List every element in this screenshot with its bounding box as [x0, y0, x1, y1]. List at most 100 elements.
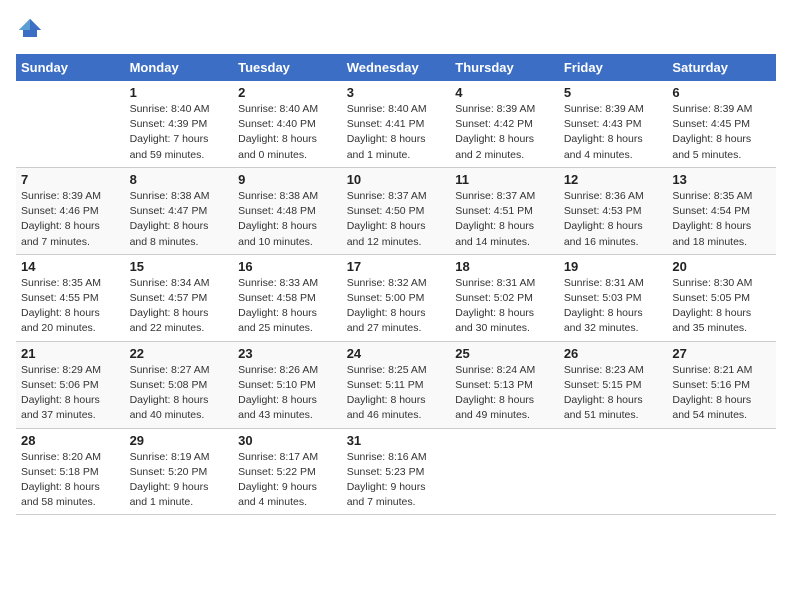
calendar-cell: 2 Sunrise: 8:40 AMSunset: 4:40 PMDaylight… [233, 81, 342, 167]
day-number: 3 [347, 85, 446, 100]
day-info: Sunrise: 8:33 AMSunset: 4:58 PMDaylight:… [238, 276, 337, 337]
calendar-cell: 25 Sunrise: 8:24 AMSunset: 5:13 PMDayligh… [450, 341, 559, 428]
day-number: 15 [130, 259, 229, 274]
day-number: 13 [672, 172, 771, 187]
day-number: 16 [238, 259, 337, 274]
day-info: Sunrise: 8:37 AMSunset: 4:51 PMDaylight:… [455, 189, 554, 250]
day-number: 14 [21, 259, 120, 274]
week-row-3: 21 Sunrise: 8:29 AMSunset: 5:06 PMDayligh… [16, 341, 776, 428]
logo [16, 16, 48, 44]
calendar-cell: 21 Sunrise: 8:29 AMSunset: 5:06 PMDayligh… [16, 341, 125, 428]
calendar-table: SundayMondayTuesdayWednesdayThursdayFrid… [16, 54, 776, 515]
calendar-cell: 16 Sunrise: 8:33 AMSunset: 4:58 PMDayligh… [233, 254, 342, 341]
calendar-cell: 3 Sunrise: 8:40 AMSunset: 4:41 PMDaylight… [342, 81, 451, 167]
week-row-1: 7Sunrise: 8:39 AMSunset: 4:46 PMDaylight… [16, 167, 776, 254]
day-number: 29 [130, 433, 229, 448]
calendar-header-row: SundayMondayTuesdayWednesdayThursdayFrid… [16, 54, 776, 81]
day-number: 26 [564, 346, 663, 361]
calendar-cell: 9Sunrise: 8:38 AMSunset: 4:48 PMDaylight… [233, 167, 342, 254]
day-info: Sunrise: 8:35 AMSunset: 4:55 PMDaylight:… [21, 276, 120, 337]
day-number: 23 [238, 346, 337, 361]
header-saturday: Saturday [667, 54, 776, 81]
calendar-cell: 7Sunrise: 8:39 AMSunset: 4:46 PMDaylight… [16, 167, 125, 254]
day-number: 24 [347, 346, 446, 361]
day-number: 30 [238, 433, 337, 448]
calendar-cell: 15 Sunrise: 8:34 AMSunset: 4:57 PMDayligh… [125, 254, 234, 341]
day-number: 6 [672, 85, 771, 100]
calendar-cell: 1 Sunrise: 8:40 AMSunset: 4:39 PMDaylight… [125, 81, 234, 167]
day-number: 9 [238, 172, 337, 187]
day-number: 10 [347, 172, 446, 187]
day-number: 17 [347, 259, 446, 274]
day-number: 21 [21, 346, 120, 361]
day-info: Sunrise: 8:21 AMSunset: 5:16 PMDaylight:… [672, 363, 771, 424]
calendar-cell: 24 Sunrise: 8:25 AMSunset: 5:11 PMDayligh… [342, 341, 451, 428]
day-info: Sunrise: 8:38 AMSunset: 4:47 PMDaylight:… [130, 189, 229, 250]
calendar-cell [667, 428, 776, 515]
header-friday: Friday [559, 54, 668, 81]
day-info: Sunrise: 8:25 AMSunset: 5:11 PMDaylight:… [347, 363, 446, 424]
day-info: Sunrise: 8:23 AMSunset: 5:15 PMDaylight:… [564, 363, 663, 424]
calendar-cell: 8Sunrise: 8:38 AMSunset: 4:47 PMDaylight… [125, 167, 234, 254]
day-info: Sunrise: 8:36 AMSunset: 4:53 PMDaylight:… [564, 189, 663, 250]
calendar-cell: 11 Sunrise: 8:37 AMSunset: 4:51 PMDayligh… [450, 167, 559, 254]
week-row-2: 14 Sunrise: 8:35 AMSunset: 4:55 PMDayligh… [16, 254, 776, 341]
calendar-cell: 4 Sunrise: 8:39 AMSunset: 4:42 PMDaylight… [450, 81, 559, 167]
calendar-cell: 27 Sunrise: 8:21 AMSunset: 5:16 PMDayligh… [667, 341, 776, 428]
day-info: Sunrise: 8:39 AMSunset: 4:42 PMDaylight:… [455, 102, 554, 163]
day-number: 31 [347, 433, 446, 448]
day-info: Sunrise: 8:40 AMSunset: 4:39 PMDaylight:… [130, 102, 229, 163]
day-info: Sunrise: 8:19 AMSunset: 5:20 PMDaylight:… [130, 450, 229, 511]
header-thursday: Thursday [450, 54, 559, 81]
day-number: 1 [130, 85, 229, 100]
day-info: Sunrise: 8:16 AMSunset: 5:23 PMDaylight:… [347, 450, 446, 511]
day-number: 12 [564, 172, 663, 187]
calendar-cell [559, 428, 668, 515]
calendar-cell [16, 81, 125, 167]
day-info: Sunrise: 8:35 AMSunset: 4:54 PMDaylight:… [672, 189, 771, 250]
week-row-4: 28 Sunrise: 8:20 AMSunset: 5:18 PMDayligh… [16, 428, 776, 515]
calendar-cell: 13 Sunrise: 8:35 AMSunset: 4:54 PMDayligh… [667, 167, 776, 254]
day-info: Sunrise: 8:26 AMSunset: 5:10 PMDaylight:… [238, 363, 337, 424]
day-info: Sunrise: 8:30 AMSunset: 5:05 PMDaylight:… [672, 276, 771, 337]
calendar-cell: 5 Sunrise: 8:39 AMSunset: 4:43 PMDaylight… [559, 81, 668, 167]
day-info: Sunrise: 8:34 AMSunset: 4:57 PMDaylight:… [130, 276, 229, 337]
day-number: 27 [672, 346, 771, 361]
day-number: 20 [672, 259, 771, 274]
calendar-cell: 30Sunrise: 8:17 AMSunset: 5:22 PMDayligh… [233, 428, 342, 515]
calendar-cell: 17 Sunrise: 8:32 AMSunset: 5:00 PMDayligh… [342, 254, 451, 341]
calendar-cell: 31 Sunrise: 8:16 AMSunset: 5:23 PMDayligh… [342, 428, 451, 515]
day-number: 25 [455, 346, 554, 361]
calendar-cell: 23 Sunrise: 8:26 AMSunset: 5:10 PMDayligh… [233, 341, 342, 428]
logo-icon [16, 16, 44, 44]
day-info: Sunrise: 8:31 AMSunset: 5:03 PMDaylight:… [564, 276, 663, 337]
day-number: 28 [21, 433, 120, 448]
calendar-cell: 29 Sunrise: 8:19 AMSunset: 5:20 PMDayligh… [125, 428, 234, 515]
day-info: Sunrise: 8:37 AMSunset: 4:50 PMDaylight:… [347, 189, 446, 250]
day-number: 7 [21, 172, 120, 187]
header-monday: Monday [125, 54, 234, 81]
day-info: Sunrise: 8:24 AMSunset: 5:13 PMDaylight:… [455, 363, 554, 424]
calendar-cell: 28 Sunrise: 8:20 AMSunset: 5:18 PMDayligh… [16, 428, 125, 515]
calendar-cell: 14 Sunrise: 8:35 AMSunset: 4:55 PMDayligh… [16, 254, 125, 341]
day-info: Sunrise: 8:39 AMSunset: 4:43 PMDaylight:… [564, 102, 663, 163]
day-info: Sunrise: 8:29 AMSunset: 5:06 PMDaylight:… [21, 363, 120, 424]
calendar-cell: 12 Sunrise: 8:36 AMSunset: 4:53 PMDayligh… [559, 167, 668, 254]
day-number: 5 [564, 85, 663, 100]
day-info: Sunrise: 8:40 AMSunset: 4:40 PMDaylight:… [238, 102, 337, 163]
calendar-cell: 20 Sunrise: 8:30 AMSunset: 5:05 PMDayligh… [667, 254, 776, 341]
calendar-cell: 22Sunrise: 8:27 AMSunset: 5:08 PMDayligh… [125, 341, 234, 428]
day-number: 11 [455, 172, 554, 187]
day-number: 19 [564, 259, 663, 274]
calendar-cell: 10 Sunrise: 8:37 AMSunset: 4:50 PMDayligh… [342, 167, 451, 254]
day-number: 2 [238, 85, 337, 100]
header-sunday: Sunday [16, 54, 125, 81]
day-info: Sunrise: 8:40 AMSunset: 4:41 PMDaylight:… [347, 102, 446, 163]
day-number: 18 [455, 259, 554, 274]
calendar-cell: 6Sunrise: 8:39 AMSunset: 4:45 PMDaylight… [667, 81, 776, 167]
day-info: Sunrise: 8:27 AMSunset: 5:08 PMDaylight:… [130, 363, 229, 424]
day-info: Sunrise: 8:20 AMSunset: 5:18 PMDaylight:… [21, 450, 120, 511]
header-wednesday: Wednesday [342, 54, 451, 81]
day-info: Sunrise: 8:32 AMSunset: 5:00 PMDaylight:… [347, 276, 446, 337]
day-number: 4 [455, 85, 554, 100]
